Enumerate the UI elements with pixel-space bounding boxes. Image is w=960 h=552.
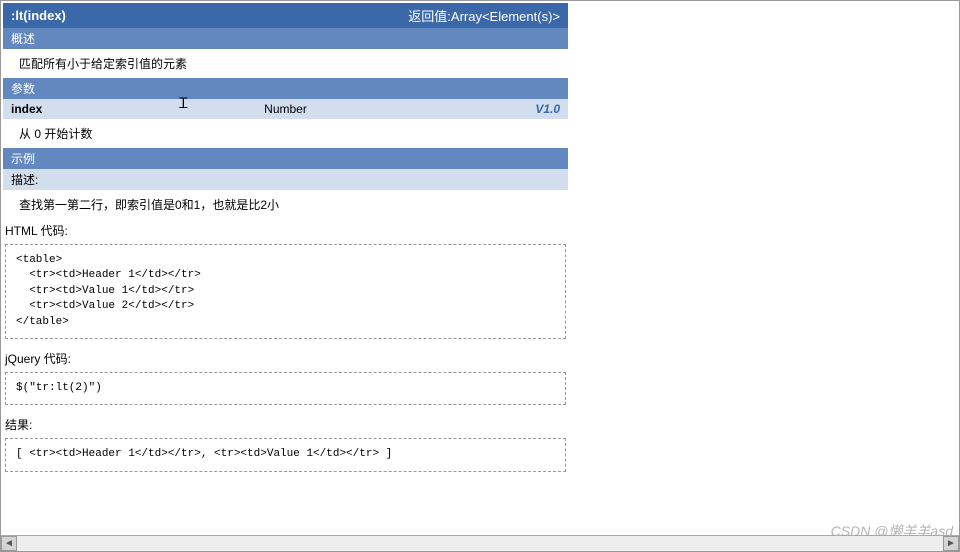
example-desc-label: 描述:: [3, 169, 568, 190]
param-row: index Number V1.0: [3, 99, 568, 119]
result-label: 结果:: [3, 413, 568, 436]
horizontal-scrollbar[interactable]: ◄ ►: [1, 535, 959, 551]
param-type: Number: [195, 102, 376, 116]
return-value: 返回值:Array<Element(s)>: [408, 6, 560, 25]
scroll-right-button[interactable]: ►: [943, 536, 959, 551]
result-code-block: [ <tr><td>Header 1</td></tr>, <tr><td>Va…: [5, 438, 566, 471]
param-desc: 从 0 开始计数: [3, 119, 568, 148]
section-overview: 概述: [3, 28, 568, 49]
html-code-block: <table> <tr><td>Header 1</td></tr> <tr><…: [5, 244, 566, 339]
jquery-code-block: $("tr:lt(2)"): [5, 372, 566, 405]
jquery-code-label: jQuery 代码:: [3, 347, 568, 370]
section-params: 参数: [3, 78, 568, 99]
example-desc-text: 查找第一第二行，即索引值是0和1，也就是比2小: [3, 190, 568, 219]
section-example: 示例: [3, 148, 568, 169]
param-version: V1.0: [379, 102, 560, 116]
api-doc-panel: :lt(index) 返回值:Array<Element(s)> 概述 匹配所有…: [3, 3, 568, 472]
title-bar: :lt(index) 返回值:Array<Element(s)>: [3, 3, 568, 28]
api-name: :lt(index): [11, 8, 66, 23]
overview-text: 匹配所有小于给定索引值的元素: [3, 49, 568, 78]
scroll-left-button[interactable]: ◄: [1, 536, 17, 551]
scroll-track[interactable]: [17, 536, 943, 551]
param-name: index: [11, 102, 192, 116]
html-code-label: HTML 代码:: [3, 219, 568, 242]
